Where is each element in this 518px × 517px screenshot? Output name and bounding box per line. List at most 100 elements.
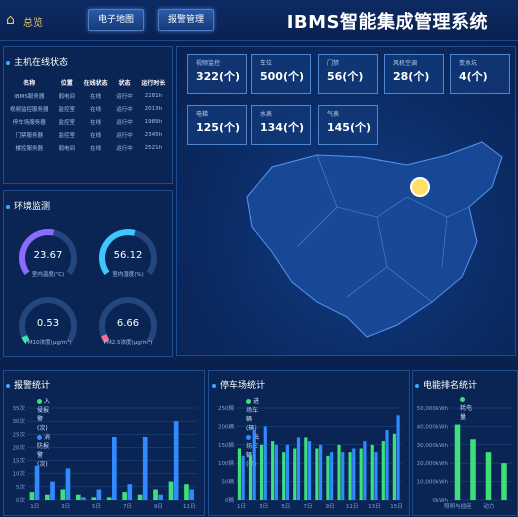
bar[interactable] (296, 437, 301, 500)
table-row[interactable]: 停车场服务器 监控室 在线 运行中 1989h (4, 115, 170, 128)
stat-label: 视频监控 (196, 60, 221, 67)
bar[interactable] (381, 441, 385, 500)
bar[interactable] (60, 489, 66, 500)
bar[interactable] (374, 452, 378, 500)
stat-label: 水表 (260, 111, 273, 118)
bar[interactable] (307, 441, 312, 500)
bar[interactable] (319, 444, 323, 500)
stat-value: 134(个) (260, 121, 305, 134)
gauge-value: 56.12 (113, 250, 143, 261)
bar[interactable] (45, 494, 50, 500)
bar[interactable] (122, 492, 127, 500)
bar[interactable] (241, 455, 245, 500)
bar[interactable] (173, 421, 179, 500)
bar[interactable] (137, 494, 143, 500)
table-cell: 视频监控服务器 (10, 106, 49, 113)
y-tick-label: 20次 (13, 443, 26, 451)
device-status-title: 主机在线状态 (6, 55, 68, 68)
table-row[interactable]: 视频监控服务器 监控室 在线 运行中 2013h (4, 102, 170, 115)
bar[interactable] (285, 444, 289, 500)
bar[interactable] (158, 494, 164, 500)
alarm-management-button[interactable]: 报警管理 (158, 9, 214, 31)
table-cell: 1989h (144, 118, 163, 125)
gauge: 56.12 室内湿度(%) (88, 222, 168, 288)
bar[interactable] (304, 437, 308, 500)
overview-label[interactable]: 总览 (23, 14, 43, 29)
stat-value: 56(个) (327, 70, 364, 83)
gauge-label: PM10浓度(μg/m³) (24, 340, 72, 346)
bar[interactable] (29, 492, 35, 500)
stat-card[interactable]: 风机空调 28(个) (384, 54, 444, 94)
bar[interactable] (315, 448, 319, 500)
stat-value: 125(个) (196, 121, 241, 134)
table-cell: 监控室 (58, 132, 76, 139)
bar[interactable] (470, 439, 476, 500)
stat-card[interactable]: 车位 500(个) (251, 54, 311, 94)
bar[interactable] (392, 433, 396, 500)
y-tick-label: 50辆 (222, 478, 235, 486)
electronic-map-button[interactable]: 电子地图 (88, 9, 144, 31)
bar[interactable] (91, 497, 97, 500)
bar[interactable] (248, 455, 253, 500)
bar[interactable] (396, 415, 400, 500)
bar[interactable] (359, 448, 363, 500)
table-cell: 2521h (144, 144, 163, 151)
bar[interactable] (454, 424, 461, 500)
column-header: 状态 (118, 80, 131, 87)
bar[interactable] (65, 468, 71, 500)
bar[interactable] (252, 430, 256, 500)
y-tick-label: 50,000kWh (417, 406, 449, 412)
bar[interactable] (34, 465, 40, 500)
bar[interactable] (326, 455, 330, 500)
bar[interactable] (501, 463, 507, 500)
stat-card[interactable]: 门禁 56(个) (318, 54, 378, 94)
bar[interactable] (337, 444, 341, 500)
stat-value: 322(个) (196, 70, 241, 83)
bar[interactable] (263, 426, 267, 500)
bar[interactable] (50, 481, 55, 500)
table-row[interactable]: 楼控服务器 弱电间 在线 运行中 2521h (4, 141, 170, 154)
column-header: 名称 (23, 80, 36, 87)
stat-card[interactable]: 变水坑 4(个) (450, 54, 510, 94)
bar[interactable] (352, 448, 356, 500)
bar[interactable] (81, 497, 86, 500)
x-tick-label: 11日 (346, 503, 359, 510)
bar[interactable] (363, 441, 367, 500)
bar[interactable] (271, 441, 275, 500)
bar[interactable] (282, 452, 286, 500)
table-cell: 在线 (90, 145, 102, 152)
bar[interactable] (168, 481, 174, 500)
table-row[interactable]: 门禁服务器 监控室 在线 运行中 2345h (4, 128, 170, 141)
x-tick-label: 15日 (390, 503, 403, 510)
home-icon[interactable]: ⌂ (6, 12, 15, 28)
bar[interactable] (259, 444, 264, 500)
bar[interactable] (341, 452, 345, 500)
bar[interactable] (184, 484, 189, 500)
table-cell: 在线 (90, 132, 102, 139)
bar[interactable] (127, 484, 133, 500)
stat-card[interactable]: 水表 134(个) (251, 105, 311, 145)
bar[interactable] (142, 436, 148, 500)
bar[interactable] (153, 489, 158, 500)
bar[interactable] (348, 452, 352, 500)
bar[interactable] (293, 448, 297, 500)
bar[interactable] (106, 497, 112, 500)
bar[interactable] (485, 452, 492, 500)
stat-card[interactable]: 气表 145(个) (318, 105, 378, 145)
stat-card[interactable]: 电梯 125(个) (187, 105, 247, 145)
bar[interactable] (385, 430, 389, 500)
y-tick-label: 5次 (16, 483, 25, 491)
bar[interactable] (75, 494, 81, 500)
stat-card[interactable]: 视频监控 322(个) (187, 54, 247, 94)
gauge: 0.53 PM10浓度(μg/m³) (8, 290, 88, 356)
table-row[interactable]: IBMS服务器 弱电间 在线 运行中 2281h (4, 89, 170, 102)
bar[interactable] (237, 448, 242, 500)
bar[interactable] (189, 489, 194, 500)
location-marker[interactable] (410, 177, 430, 197)
bar[interactable] (96, 489, 102, 500)
bar[interactable] (274, 444, 278, 500)
bar[interactable] (370, 444, 374, 500)
bar[interactable] (330, 452, 334, 500)
bar[interactable] (112, 436, 117, 500)
table-cell: 停车场服务器 (12, 119, 46, 126)
